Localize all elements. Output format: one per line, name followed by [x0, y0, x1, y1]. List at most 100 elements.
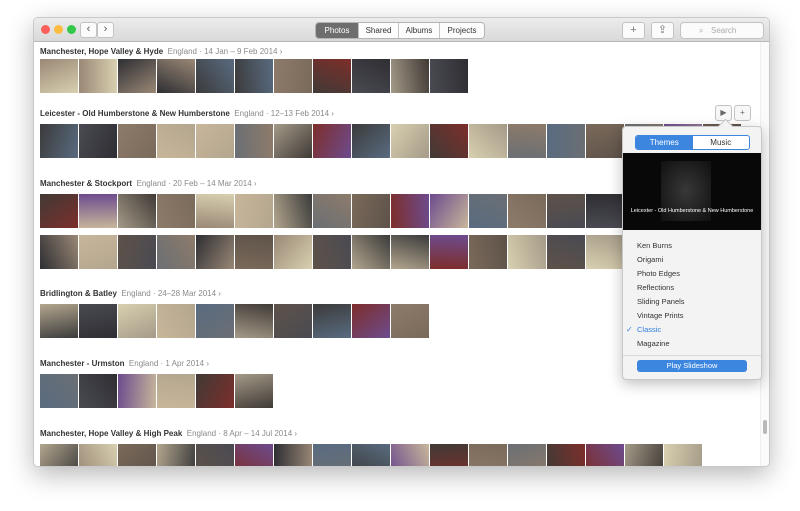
photo-thumbnail[interactable] [469, 194, 507, 228]
photo-thumbnail[interactable] [196, 235, 234, 269]
moment-header[interactable]: Manchester & Stockport England · 20 Feb … [40, 179, 257, 188]
photo-thumbnail[interactable] [157, 235, 195, 269]
play-moment-button[interactable]: ▶ [715, 105, 732, 121]
photo-thumbnail[interactable] [313, 59, 351, 93]
moment-header[interactable]: Manchester, Hope Valley & High Peak Engl… [40, 429, 297, 438]
photo-thumbnail[interactable] [274, 59, 312, 93]
theme-option[interactable]: Sliding Panels [623, 295, 761, 309]
photo-thumbnail[interactable] [586, 194, 624, 228]
photo-thumbnail[interactable] [352, 124, 390, 158]
photo-thumbnail[interactable] [196, 194, 234, 228]
tab-themes[interactable]: Themes [636, 136, 693, 149]
photo-thumbnail[interactable] [547, 444, 585, 466]
photo-thumbnail[interactable] [391, 124, 429, 158]
moment-header[interactable]: Leicester - Old Humberstone & New Humber… [40, 109, 334, 118]
theme-option[interactable]: Origami [623, 253, 761, 267]
theme-option[interactable]: Magazine [623, 337, 761, 351]
photo-thumbnail[interactable] [79, 374, 117, 408]
photo-thumbnail[interactable] [430, 124, 468, 158]
photo-thumbnail[interactable] [391, 444, 429, 466]
moment-header[interactable]: Manchester - Urmston England · 1 Apr 201… [40, 359, 209, 368]
photo-thumbnail[interactable] [469, 235, 507, 269]
photo-thumbnail[interactable] [313, 304, 351, 338]
play-slideshow-button[interactable]: Play Slideshow [637, 360, 747, 372]
add-moment-button[interactable]: + [734, 105, 751, 121]
moment-header[interactable]: Manchester, Hope Valley & Hyde England ·… [40, 47, 282, 56]
photo-thumbnail[interactable] [313, 444, 351, 466]
photo-thumbnail[interactable] [508, 444, 546, 466]
photo-thumbnail[interactable] [235, 444, 273, 466]
photo-thumbnail[interactable] [547, 124, 585, 158]
photo-thumbnail[interactable] [352, 235, 390, 269]
close-window-button[interactable] [41, 25, 50, 34]
photo-thumbnail[interactable] [235, 235, 273, 269]
tab-albums[interactable]: Albums [398, 23, 439, 38]
photo-thumbnail[interactable] [79, 444, 117, 466]
photo-thumbnail[interactable] [352, 304, 390, 338]
photo-thumbnail[interactable] [235, 304, 273, 338]
photo-thumbnail[interactable] [313, 194, 351, 228]
photo-thumbnail[interactable] [40, 59, 78, 93]
photo-thumbnail[interactable] [235, 124, 273, 158]
photo-thumbnail[interactable] [118, 374, 156, 408]
photo-thumbnail[interactable] [625, 444, 663, 466]
photo-thumbnail[interactable] [79, 194, 117, 228]
tab-projects[interactable]: Projects [439, 23, 484, 38]
photo-thumbnail[interactable] [40, 304, 78, 338]
photo-thumbnail[interactable] [157, 444, 195, 466]
photo-thumbnail[interactable] [40, 124, 78, 158]
theme-option[interactable]: Ken Burns [623, 239, 761, 253]
moment-header[interactable]: Bridlington & Batley England · 24–28 Mar… [40, 289, 221, 298]
photo-thumbnail[interactable] [79, 59, 117, 93]
photo-thumbnail[interactable] [547, 235, 585, 269]
photo-thumbnail[interactable] [118, 124, 156, 158]
photo-thumbnail[interactable] [235, 59, 273, 93]
photo-thumbnail[interactable] [157, 194, 195, 228]
photo-thumbnail[interactable] [196, 124, 234, 158]
photo-thumbnail[interactable] [391, 304, 429, 338]
photo-thumbnail[interactable] [274, 194, 312, 228]
photo-thumbnail[interactable] [391, 235, 429, 269]
photo-thumbnail[interactable] [469, 444, 507, 466]
photo-thumbnail[interactable] [469, 124, 507, 158]
photo-thumbnail[interactable] [508, 235, 546, 269]
photo-thumbnail[interactable] [664, 444, 702, 466]
photo-thumbnail[interactable] [352, 194, 390, 228]
photo-thumbnail[interactable] [391, 194, 429, 228]
photo-thumbnail[interactable] [313, 235, 351, 269]
photo-thumbnail[interactable] [508, 194, 546, 228]
photo-thumbnail[interactable] [196, 374, 234, 408]
tab-photos[interactable]: Photos [316, 23, 358, 38]
photo-thumbnail[interactable] [40, 194, 78, 228]
photo-thumbnail[interactable] [274, 304, 312, 338]
photo-thumbnail[interactable] [157, 304, 195, 338]
photo-thumbnail[interactable] [196, 59, 234, 93]
photo-thumbnail[interactable] [274, 444, 312, 466]
photo-thumbnail[interactable] [430, 59, 468, 93]
photo-thumbnail[interactable] [40, 235, 78, 269]
photo-thumbnail[interactable] [274, 124, 312, 158]
search-field[interactable]: ⌕ Search [680, 22, 764, 39]
forward-button[interactable]: › [97, 22, 114, 38]
theme-option-selected[interactable]: ✓ Classic [623, 323, 761, 337]
tab-shared[interactable]: Shared [358, 23, 398, 38]
photo-thumbnail[interactable] [235, 374, 273, 408]
tab-music[interactable]: Music [693, 136, 750, 149]
photo-thumbnail[interactable] [352, 444, 390, 466]
photo-thumbnail[interactable] [430, 444, 468, 466]
photo-thumbnail[interactable] [430, 235, 468, 269]
photo-thumbnail[interactable] [235, 194, 273, 228]
photo-thumbnail[interactable] [40, 374, 78, 408]
photo-thumbnail[interactable] [118, 444, 156, 466]
photo-thumbnail[interactable] [79, 124, 117, 158]
photo-thumbnail[interactable] [79, 235, 117, 269]
theme-option[interactable]: Reflections [623, 281, 761, 295]
photo-thumbnail[interactable] [157, 374, 195, 408]
photo-thumbnail[interactable] [586, 124, 624, 158]
photo-thumbnail[interactable] [274, 235, 312, 269]
photo-thumbnail[interactable] [79, 304, 117, 338]
add-button[interactable]: + [622, 22, 645, 39]
photo-thumbnail[interactable] [391, 59, 429, 93]
photo-thumbnail[interactable] [313, 124, 351, 158]
theme-option[interactable]: Photo Edges [623, 267, 761, 281]
